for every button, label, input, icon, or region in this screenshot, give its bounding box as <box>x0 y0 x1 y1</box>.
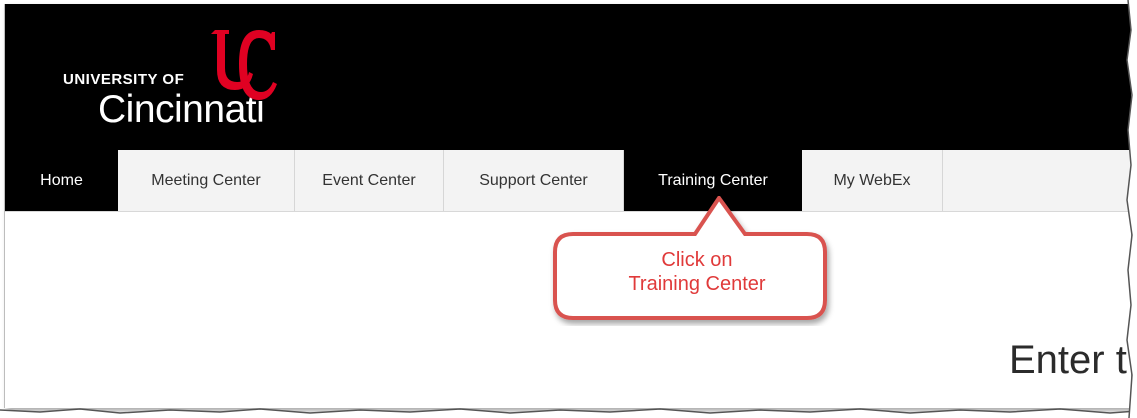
page-heading-partial: Enter t <box>1009 338 1127 382</box>
torn-right-edge <box>1126 0 1137 418</box>
tab-home-label: Home <box>40 171 83 189</box>
tab-support-center-label: Support Center <box>479 171 588 189</box>
university-logo[interactable]: UNIVERSITY OF Cincinnati <box>63 24 313 139</box>
tab-event-center-label: Event Center <box>322 171 416 189</box>
uc-monogram-icon <box>211 30 277 100</box>
callout-line-1: Click on <box>661 249 733 271</box>
tab-home[interactable]: Home <box>5 150 118 211</box>
callout-text: Click on Training Center <box>582 248 812 296</box>
tab-meeting-center[interactable]: Meeting Center <box>118 150 295 211</box>
callout-line-2: Training Center <box>628 273 766 295</box>
tab-event-center[interactable]: Event Center <box>295 150 444 211</box>
tab-training-center-label: Training Center <box>658 171 768 189</box>
torn-bottom-edge <box>0 408 1137 418</box>
tab-my-webex-label: My WebEx <box>833 171 911 189</box>
logo-university-of: UNIVERSITY OF <box>63 71 185 88</box>
tab-meeting-center-label: Meeting Center <box>151 171 261 189</box>
site-header: UNIVERSITY OF Cincinnati <box>5 4 1131 150</box>
